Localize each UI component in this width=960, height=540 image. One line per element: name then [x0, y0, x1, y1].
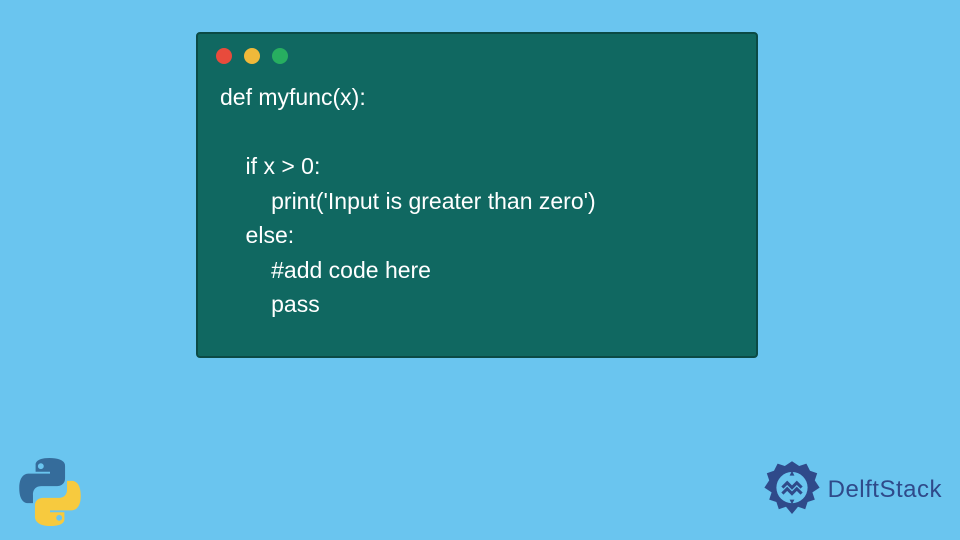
close-icon: [216, 48, 232, 64]
code-line: #add code here: [220, 257, 431, 283]
code-window: def myfunc(x): if x > 0: print('Input is…: [196, 32, 758, 358]
code-line: print('Input is greater than zero'): [220, 188, 596, 214]
python-logo-icon: [14, 456, 86, 528]
code-line: if x > 0:: [220, 153, 320, 179]
code-line: def myfunc(x):: [220, 84, 366, 110]
code-block: def myfunc(x): if x > 0: print('Input is…: [198, 74, 756, 340]
minimize-icon: [244, 48, 260, 64]
code-line: pass: [220, 291, 320, 317]
delftstack-logo: DelftStack: [762, 460, 942, 520]
maximize-icon: [272, 48, 288, 64]
window-controls: [198, 34, 756, 74]
code-line: else:: [220, 222, 294, 248]
delftstack-badge-icon: [762, 460, 822, 520]
delftstack-text: DelftStack: [828, 476, 942, 504]
